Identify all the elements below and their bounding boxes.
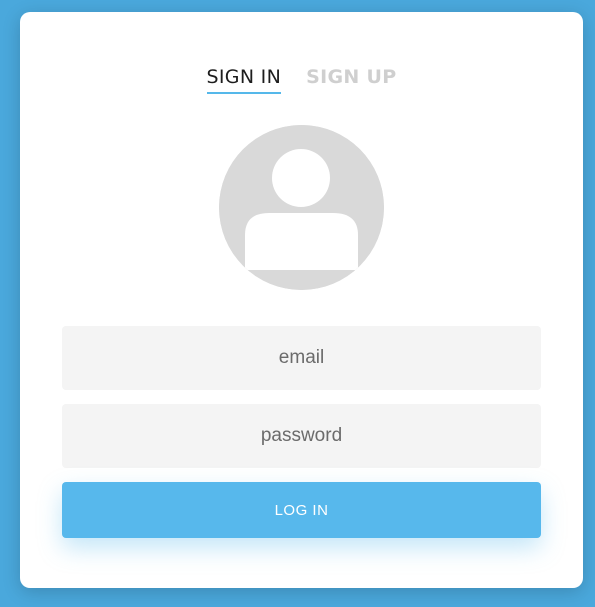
- avatar-head: [272, 149, 330, 207]
- login-button[interactable]: LOG IN: [62, 482, 541, 538]
- tab-sign-up[interactable]: SIGN UP: [306, 66, 396, 94]
- auth-tabs: SIGN IN SIGN UP: [20, 66, 583, 94]
- avatar-body: [245, 213, 358, 270]
- login-card: SIGN IN SIGN UP LOG IN: [20, 12, 583, 588]
- tab-sign-in[interactable]: SIGN IN: [206, 66, 282, 94]
- email-input[interactable]: [62, 326, 541, 390]
- user-avatar-icon: [219, 125, 384, 290]
- password-input[interactable]: [62, 404, 541, 468]
- avatar-silhouette: [219, 125, 384, 290]
